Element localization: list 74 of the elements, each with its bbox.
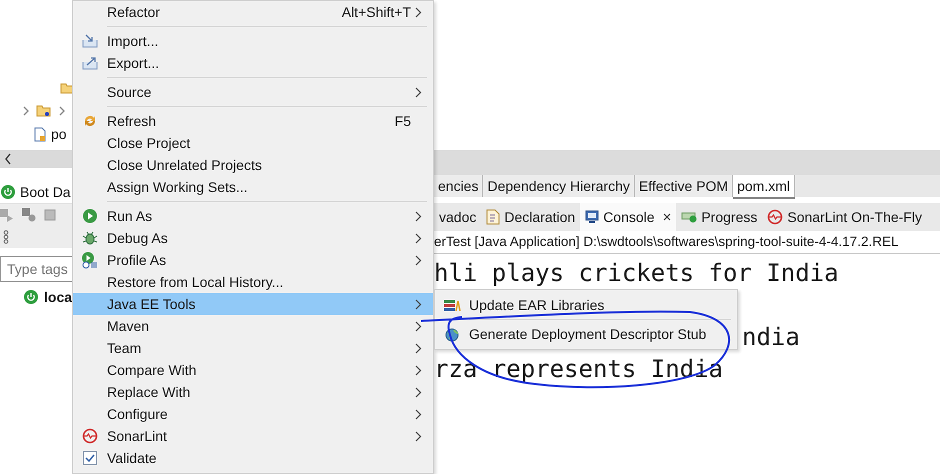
menu-item[interactable]: Refresh F5 [73, 110, 433, 132]
chevron-right-icon [415, 430, 422, 442]
chevron-right-icon [415, 298, 422, 310]
books-icon [443, 298, 461, 312]
power-icon [24, 290, 38, 304]
console-line: hli plays crickets for India [434, 258, 839, 289]
chevron-right-icon [415, 342, 422, 354]
editor-tab[interactable]: pom.xml [733, 175, 795, 197]
xml-file-icon [34, 126, 46, 142]
checkmark-icon [83, 451, 97, 465]
close-icon[interactable]: × [662, 208, 672, 226]
folder-icon [60, 82, 72, 94]
menu-item[interactable]: Close Unrelated Projects [73, 154, 433, 176]
menu-item[interactable]: Update EAR Libraries [435, 293, 737, 317]
monitor-icon [585, 210, 600, 224]
view-tab[interactable]: vadoc [434, 203, 482, 231]
menu-item[interactable]: Java EE Tools [73, 293, 433, 315]
view-tab[interactable]: Declaration [481, 203, 580, 231]
document-icon [486, 209, 500, 225]
menu-item[interactable]: Validate [73, 447, 433, 469]
chevron-right-icon[interactable] [58, 106, 66, 116]
tags-field[interactable]: Type tags [0, 256, 72, 282]
play-icon [82, 208, 98, 224]
export-icon [82, 56, 98, 70]
menu-item[interactable]: Team [73, 337, 433, 359]
profile-icon [81, 251, 99, 269]
menu-item[interactable]: Run As [73, 205, 433, 227]
menu-item[interactable]: Source [73, 81, 433, 103]
menu-item[interactable]: Debug As [73, 227, 433, 249]
view-tab[interactable]: Console × [580, 203, 676, 231]
chevron-right-icon [415, 386, 422, 398]
start-icon[interactable] [0, 208, 14, 222]
chevron-right-icon [415, 6, 422, 18]
refresh-icon [82, 113, 98, 129]
chevron-right-icon [415, 210, 422, 222]
menu-item[interactable]: Maven [73, 315, 433, 337]
menu-item[interactable]: Restore from Local History... [73, 271, 433, 293]
menu-item[interactable]: Profile As [73, 249, 433, 271]
editor-tab[interactable]: Dependency Hierarchy [483, 175, 635, 197]
chevron-right-icon [415, 86, 422, 98]
menu-item[interactable]: Compare With [73, 359, 433, 381]
menu-item[interactable]: Close Project [73, 132, 433, 154]
stop-icon[interactable] [44, 209, 56, 221]
menu-item[interactable]: Export... [73, 52, 433, 74]
view-tab[interactable]: Progress [676, 203, 762, 231]
progress-icon [681, 211, 698, 223]
chevron-right-icon [415, 320, 422, 332]
menu-item[interactable]: Refactor Alt+Shift+T [73, 1, 433, 23]
scroll-left-icon[interactable] [4, 153, 12, 165]
sonarlint-icon [767, 209, 784, 225]
menu-item[interactable]: Import... [73, 30, 433, 52]
import-icon [82, 34, 98, 48]
menu-item[interactable]: Generate Deployment Descriptor Stub [435, 322, 737, 346]
chevron-right-icon [415, 408, 422, 420]
editor-tab[interactable]: Effective POM [634, 175, 734, 197]
chevron-right-icon[interactable] [22, 106, 30, 116]
view-tab[interactable]: SonarLint On-The-Fly [762, 203, 927, 231]
server-label[interactable]: loca [44, 289, 72, 305]
view-tab-label[interactable]: Boot Da [20, 184, 71, 200]
chevron-right-icon [415, 364, 422, 376]
menu-item[interactable]: Replace With [73, 381, 433, 403]
sonarlint-icon [82, 428, 98, 444]
editor-tab[interactable]: encies [434, 175, 484, 197]
folder-icon [36, 104, 52, 117]
console-line: ndia [742, 322, 800, 353]
chevron-right-icon [415, 254, 422, 266]
chevron-right-icon [415, 232, 422, 244]
menu-item[interactable]: Assign Working Sets... [73, 176, 433, 198]
menu-item[interactable]: SonarLint [73, 425, 433, 447]
menu-item[interactable]: Configure [73, 403, 433, 425]
view-menu-icon[interactable] [3, 230, 9, 244]
file-label[interactable]: po [51, 126, 67, 142]
bug-icon [82, 230, 98, 246]
debug-start-icon[interactable] [22, 208, 36, 222]
